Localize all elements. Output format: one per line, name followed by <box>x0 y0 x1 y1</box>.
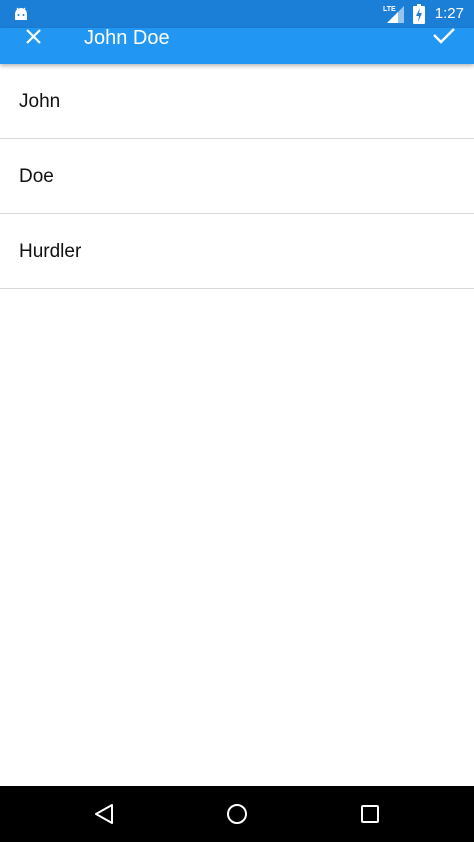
back-icon[interactable] <box>92 802 116 826</box>
list-item-label: Doe <box>19 166 54 187</box>
navigation-bar <box>0 786 474 842</box>
check-icon[interactable] <box>432 28 456 50</box>
svg-text:LTE: LTE <box>383 6 396 13</box>
app-bar: John Doe <box>0 27 474 64</box>
list-item-first-name[interactable]: John <box>0 64 474 139</box>
close-icon[interactable] <box>22 28 44 50</box>
status-icons: LTE 1:27 <box>383 0 464 28</box>
list-item-last-name[interactable]: Doe <box>0 139 474 214</box>
lte-signal-icon: LTE <box>383 6 404 23</box>
list-item-label: Hurdler <box>19 241 82 262</box>
recents-icon[interactable] <box>359 803 381 825</box>
list-item-label: John <box>19 91 61 112</box>
android-notification-icon <box>15 7 27 20</box>
field-list: John Doe Hurdler <box>0 64 474 289</box>
battery-charging-icon <box>412 4 425 24</box>
status-bar: LTE 1:27 <box>0 0 474 28</box>
home-icon[interactable] <box>225 802 249 826</box>
list-item-occupation[interactable]: Hurdler <box>0 214 474 289</box>
page-title: John Doe <box>84 27 170 49</box>
screen: LTE 1:27 John Doe John Doe Hurdler <box>0 0 474 842</box>
status-clock: 1:27 <box>434 5 464 22</box>
